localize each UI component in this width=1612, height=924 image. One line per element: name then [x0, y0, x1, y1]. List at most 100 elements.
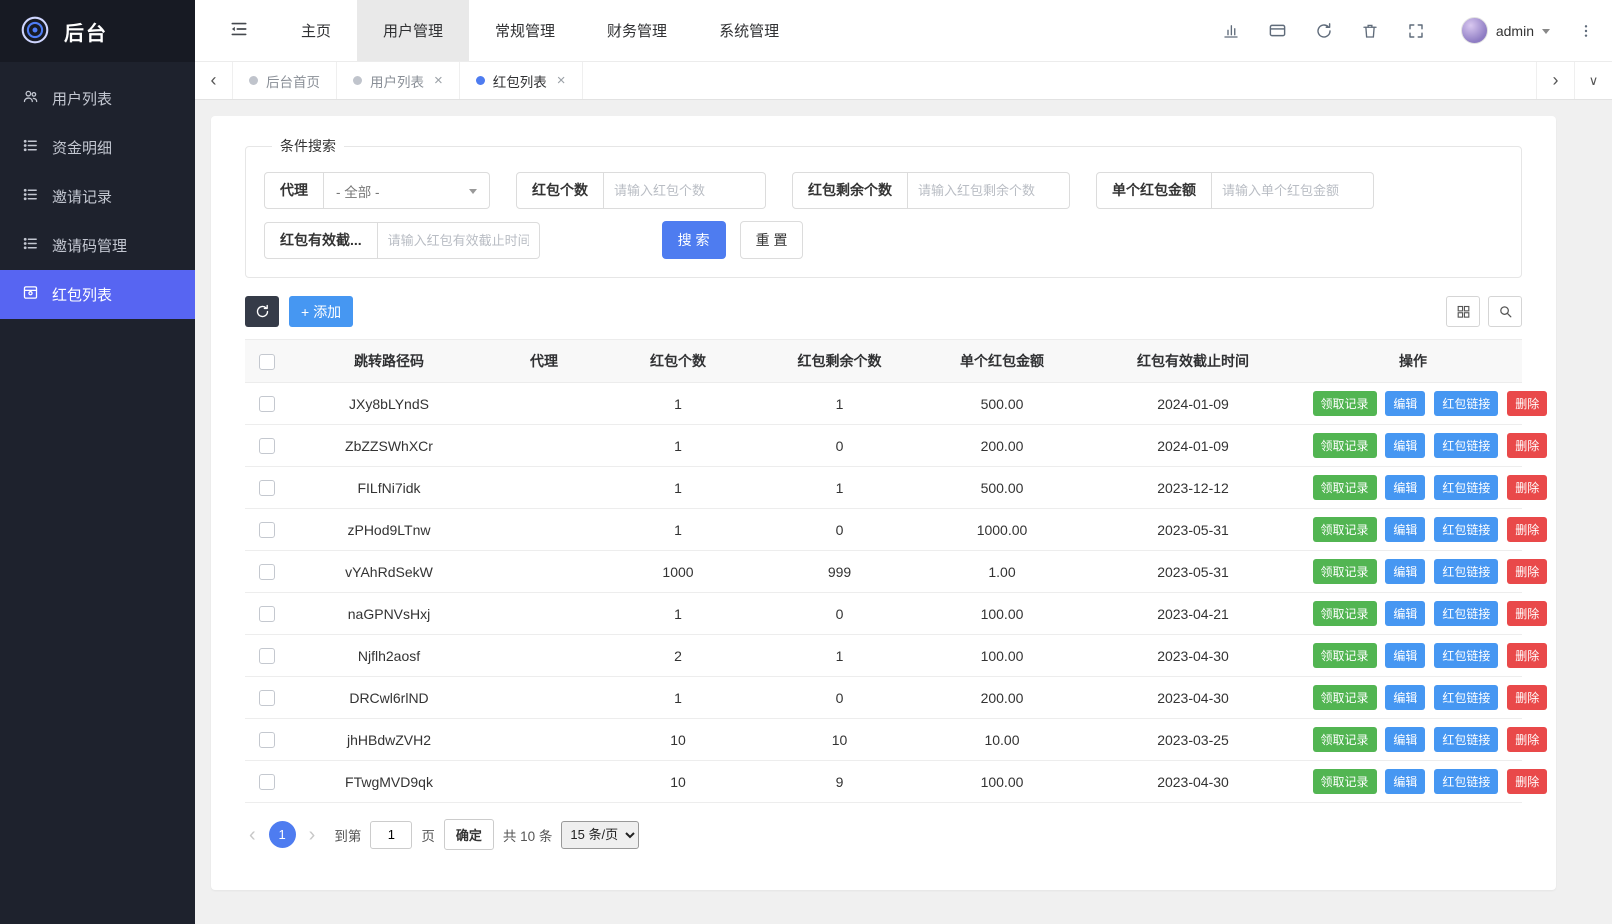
packet-link-button[interactable]: 红包链接 — [1434, 643, 1498, 668]
delete-button[interactable]: 删除 — [1507, 475, 1547, 500]
packet-link-button[interactable]: 红包链接 — [1434, 685, 1498, 710]
reset-button[interactable]: 重 置 — [740, 221, 804, 259]
claim-records-button[interactable]: 领取记录 — [1313, 433, 1377, 458]
tab-red-packet-list[interactable]: 红包列表 × — [460, 62, 583, 99]
claim-records-button[interactable]: 领取记录 — [1313, 685, 1377, 710]
edit-button[interactable]: 编辑 — [1385, 517, 1425, 542]
sidebar-item-user-list[interactable]: 用户列表 — [0, 74, 195, 123]
delete-button[interactable]: 删除 — [1507, 727, 1547, 752]
nav-item-system-management[interactable]: 系统管理 — [693, 0, 805, 61]
user-menu[interactable]: admin — [1461, 17, 1550, 44]
edit-button[interactable]: 编辑 — [1385, 601, 1425, 626]
row-checkbox[interactable] — [259, 438, 275, 454]
packet-deadline-input[interactable] — [378, 222, 540, 259]
nav-item-home[interactable]: 主页 — [275, 0, 357, 61]
row-checkbox[interactable] — [259, 606, 275, 622]
delete-button[interactable]: 删除 — [1507, 559, 1547, 584]
goto-page-input[interactable] — [370, 821, 412, 849]
table-row: zPHod9LTnw 1 0 1000.00 2023-05-31 领取记录 编… — [245, 509, 1522, 551]
edit-button[interactable]: 编辑 — [1385, 643, 1425, 668]
claim-records-button[interactable]: 领取记录 — [1313, 391, 1377, 416]
page-1-button[interactable]: 1 — [269, 821, 296, 848]
chart-icon[interactable] — [1222, 22, 1240, 40]
tab-user-list[interactable]: 用户列表 × — [337, 62, 460, 99]
claim-records-button[interactable]: 领取记录 — [1313, 643, 1377, 668]
sidebar-item-fund-details[interactable]: 资金明细 — [0, 123, 195, 172]
row-checkbox[interactable] — [259, 648, 275, 664]
packet-link-button[interactable]: 红包链接 — [1434, 433, 1498, 458]
edit-button[interactable]: 编辑 — [1385, 391, 1425, 416]
delete-button[interactable]: 删除 — [1507, 391, 1547, 416]
nav-item-general-management[interactable]: 常规管理 — [469, 0, 581, 61]
row-checkbox[interactable] — [259, 732, 275, 748]
nav-item-user-management[interactable]: 用户管理 — [357, 0, 469, 61]
refresh-icon[interactable] — [1315, 22, 1333, 40]
search-row-2: 红包有效截... 搜 索 重 置 — [264, 221, 1503, 259]
delete-button[interactable]: 删除 — [1507, 685, 1547, 710]
cell-amount: 1.00 — [922, 551, 1082, 593]
packet-remaining-input[interactable] — [908, 172, 1070, 209]
packet-link-button[interactable]: 红包链接 — [1434, 601, 1498, 626]
edit-button[interactable]: 编辑 — [1385, 727, 1425, 752]
more-vertical-icon[interactable] — [1578, 23, 1594, 39]
sidebar-item-red-packet-list[interactable]: 红包列表 — [0, 270, 195, 319]
delete-button[interactable]: 删除 — [1507, 601, 1547, 626]
per-page-select[interactable]: 15 条/页 — [561, 821, 639, 849]
claim-records-button[interactable]: 领取记录 — [1313, 559, 1377, 584]
row-checkbox[interactable] — [259, 396, 275, 412]
delete-button[interactable]: 删除 — [1507, 769, 1547, 794]
sidebar-toggle-button[interactable] — [195, 0, 275, 61]
packet-link-button[interactable]: 红包链接 — [1434, 727, 1498, 752]
delete-button[interactable]: 删除 — [1507, 517, 1547, 542]
packet-link-button[interactable]: 红包链接 — [1434, 559, 1498, 584]
edit-button[interactable]: 编辑 — [1385, 433, 1425, 458]
tabs-menu-button[interactable]: ∨ — [1574, 62, 1612, 99]
claim-records-button[interactable]: 领取记录 — [1313, 517, 1377, 542]
claim-records-button[interactable]: 领取记录 — [1313, 601, 1377, 626]
edit-button[interactable]: 编辑 — [1385, 559, 1425, 584]
packet-link-button[interactable]: 红包链接 — [1434, 475, 1498, 500]
packet-amount-input[interactable] — [1212, 172, 1374, 209]
edit-button[interactable]: 编辑 — [1385, 475, 1425, 500]
row-checkbox[interactable] — [259, 564, 275, 580]
row-checkbox[interactable] — [259, 690, 275, 706]
edit-button[interactable]: 编辑 — [1385, 685, 1425, 710]
logo-area[interactable]: 后台 — [0, 0, 195, 62]
refresh-table-button[interactable] — [245, 296, 279, 327]
tab-close-icon[interactable]: × — [557, 72, 566, 89]
tabs-scroll-right-button[interactable]: › — [1536, 62, 1574, 99]
sidebar-item-invite-records[interactable]: 邀请记录 — [0, 172, 195, 221]
goto-confirm-button[interactable]: 确定 — [444, 819, 494, 850]
columns-toggle-button[interactable] — [1446, 296, 1480, 327]
packet-link-button[interactable]: 红包链接 — [1434, 769, 1498, 794]
packet-link-button[interactable]: 红包链接 — [1434, 517, 1498, 542]
row-checkbox[interactable] — [259, 774, 275, 790]
search-button[interactable]: 搜 索 — [662, 221, 726, 259]
goto-label: 到第 — [334, 825, 361, 845]
select-all-checkbox[interactable] — [259, 354, 275, 370]
delete-button[interactable]: 删除 — [1507, 433, 1547, 458]
edit-button[interactable]: 编辑 — [1385, 769, 1425, 794]
packet-link-button[interactable]: 红包链接 — [1434, 391, 1498, 416]
prev-page-button[interactable]: ‹ — [245, 825, 260, 845]
delete-button[interactable]: 删除 — [1507, 643, 1547, 668]
row-checkbox[interactable] — [259, 480, 275, 496]
agent-select[interactable]: - 全部 - — [324, 172, 490, 209]
next-page-button[interactable]: › — [305, 825, 320, 845]
tabs-scroll-left-button[interactable]: ‹ — [195, 62, 233, 99]
claim-records-button[interactable]: 领取记录 — [1313, 475, 1377, 500]
nav-item-finance-management[interactable]: 财务管理 — [581, 0, 693, 61]
tab-close-icon[interactable]: × — [434, 72, 443, 89]
tab-dashboard[interactable]: 后台首页 — [233, 62, 337, 99]
claim-records-button[interactable]: 领取记录 — [1313, 769, 1377, 794]
fullscreen-icon[interactable] — [1407, 22, 1425, 40]
card-icon[interactable] — [1268, 21, 1287, 40]
packet-count-input[interactable] — [604, 172, 766, 209]
claim-records-button[interactable]: 领取记录 — [1313, 727, 1377, 752]
trash-icon[interactable] — [1361, 22, 1379, 40]
add-button[interactable]: + 添加 — [289, 296, 353, 327]
row-checkbox[interactable] — [259, 522, 275, 538]
table-search-toggle-button[interactable] — [1488, 296, 1522, 327]
sidebar-item-invite-codes[interactable]: 邀请码管理 — [0, 221, 195, 270]
chevron-down-icon: ∨ — [1589, 73, 1599, 89]
